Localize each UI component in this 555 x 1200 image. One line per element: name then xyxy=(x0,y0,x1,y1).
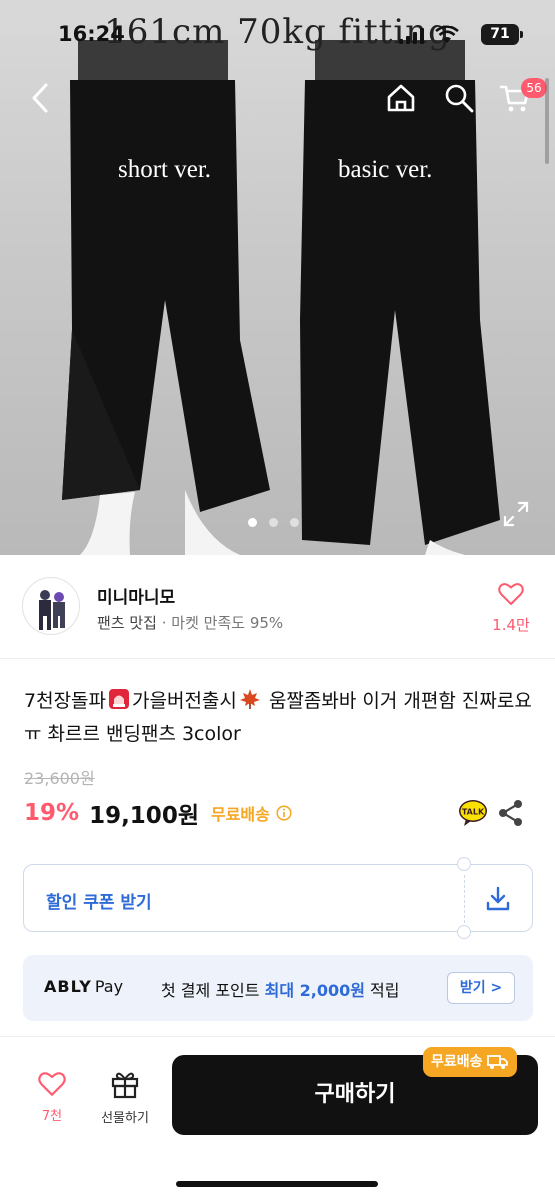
siren-emoji-icon xyxy=(106,688,132,719)
search-button[interactable] xyxy=(441,80,477,116)
heart-outline-icon xyxy=(498,583,524,605)
back-button[interactable] xyxy=(22,80,58,116)
info-icon[interactable] xyxy=(276,805,292,821)
gift-button[interactable]: 선물하기 xyxy=(90,1069,160,1126)
carousel-dot-1[interactable] xyxy=(248,518,257,527)
basic-ver-pants-illustration xyxy=(300,40,500,555)
short-ver-label: short ver. xyxy=(118,156,212,183)
basic-ver-label: basic ver. xyxy=(338,156,433,183)
free-shipping-badge-label: 무료배송 xyxy=(431,1054,483,1070)
seller-section[interactable]: 미니마니모 팬츠 맛집 · 마켓 만족도 95% 1.4만 xyxy=(0,555,555,659)
carousel-dot-3[interactable] xyxy=(290,518,299,527)
seller-meta: 팬츠 맛집 · 마켓 만족도 95% xyxy=(97,612,283,633)
short-ver-pants-illustration xyxy=(62,40,270,555)
discount-rate: 19% xyxy=(24,800,80,826)
home-icon xyxy=(387,84,415,112)
download-icon xyxy=(486,886,510,911)
status-time: 16:24 xyxy=(58,22,125,46)
share-icon xyxy=(499,800,522,826)
gift-label: 선물하기 xyxy=(101,1111,149,1126)
home-indicator xyxy=(176,1181,378,1187)
ably-pay-message: 첫 결제 포인트 최대 2,000원 적립 xyxy=(161,977,399,1001)
coupon-download-button[interactable]: 할인 쿠폰 받기 xyxy=(23,857,533,939)
signal-icon xyxy=(399,28,424,44)
ably-pay-text: Pay xyxy=(94,977,124,996)
heart-outline-icon xyxy=(38,1072,66,1096)
seller-logo-image xyxy=(39,590,65,630)
sale-price: 19,100원 xyxy=(89,803,199,829)
product-title-part-1: 7천장돌파 xyxy=(24,690,107,712)
ably-text-highlight: 최대 2,000원 xyxy=(264,981,365,1000)
cart-button[interactable]: 56 xyxy=(497,78,547,116)
bottom-action-bar: 7천 선물하기 구매하기 무료배송 xyxy=(0,1036,555,1200)
scrollbar-thumb[interactable] xyxy=(545,78,549,164)
coupon-download-icon-button[interactable] xyxy=(484,885,512,913)
free-shipping-label: 무료배송 xyxy=(210,805,270,824)
status-icons: 71 xyxy=(399,24,523,46)
search-icon xyxy=(445,84,474,113)
coupon-divider xyxy=(464,875,465,923)
status-bar: 16:24 71 xyxy=(0,0,555,64)
seller-name[interactable]: 미니마니모 xyxy=(97,583,175,608)
chevron-left-icon xyxy=(32,83,48,113)
original-price: 23,600원 xyxy=(24,769,95,788)
home-button[interactable] xyxy=(383,80,419,116)
kakao-talk-button[interactable]: TALK xyxy=(458,799,488,827)
svg-text:TALK: TALK xyxy=(462,808,485,817)
delivery-truck-icon xyxy=(486,1055,508,1069)
product-title: 7천장돌파 가을버전출시 움짤좀봐바 이거 개편함 진짜로요ㅠ 촤르르 밴딩팬츠 … xyxy=(24,686,534,749)
wifi-icon xyxy=(435,26,459,43)
seller-satisfaction: · 마켓 만족도 95% xyxy=(161,614,284,632)
expand-icon xyxy=(503,501,529,527)
ably-text-before: 첫 결제 포인트 xyxy=(161,981,260,1000)
coupon-notch-top xyxy=(457,857,471,871)
expand-image-button[interactable] xyxy=(502,500,530,528)
ably-pay-logo: ABLY Pay xyxy=(44,977,123,996)
carousel-dot-2[interactable] xyxy=(269,518,278,527)
product-title-part-2: 가을버전출시 xyxy=(132,690,237,712)
seller-category: 팬츠 맛집 xyxy=(97,614,157,632)
ably-logo-text: ABLY xyxy=(44,977,92,996)
coupon-notch-bottom xyxy=(457,925,471,939)
battery-indicator: 71 xyxy=(481,24,519,45)
coupon-label: 할인 쿠폰 받기 xyxy=(46,893,152,913)
carousel-dots xyxy=(248,518,299,527)
seller-like-button[interactable]: 1.4만 xyxy=(489,582,533,635)
ably-receive-button[interactable]: 받기 > xyxy=(447,972,515,1004)
cart-count-badge: 56 xyxy=(521,78,547,98)
like-button[interactable]: 7천 xyxy=(30,1071,74,1124)
gift-icon xyxy=(111,1072,139,1099)
ably-text-after: 적립 xyxy=(370,981,400,1000)
seller-like-count: 1.4만 xyxy=(492,616,530,634)
maple-leaf-emoji-icon xyxy=(237,688,263,719)
seller-avatar[interactable] xyxy=(22,577,80,635)
price-row: 19% 19,100원 무료배송 xyxy=(24,796,292,830)
like-count: 7천 xyxy=(41,1109,63,1124)
share-button[interactable] xyxy=(498,799,524,827)
kakao-talk-icon: TALK xyxy=(459,800,487,826)
battery-tip xyxy=(520,31,523,38)
ably-pay-banner[interactable]: ABLY Pay 첫 결제 포인트 최대 2,000원 적립 받기 > xyxy=(23,955,533,1021)
free-shipping-badge: 무료배송 xyxy=(423,1047,517,1077)
